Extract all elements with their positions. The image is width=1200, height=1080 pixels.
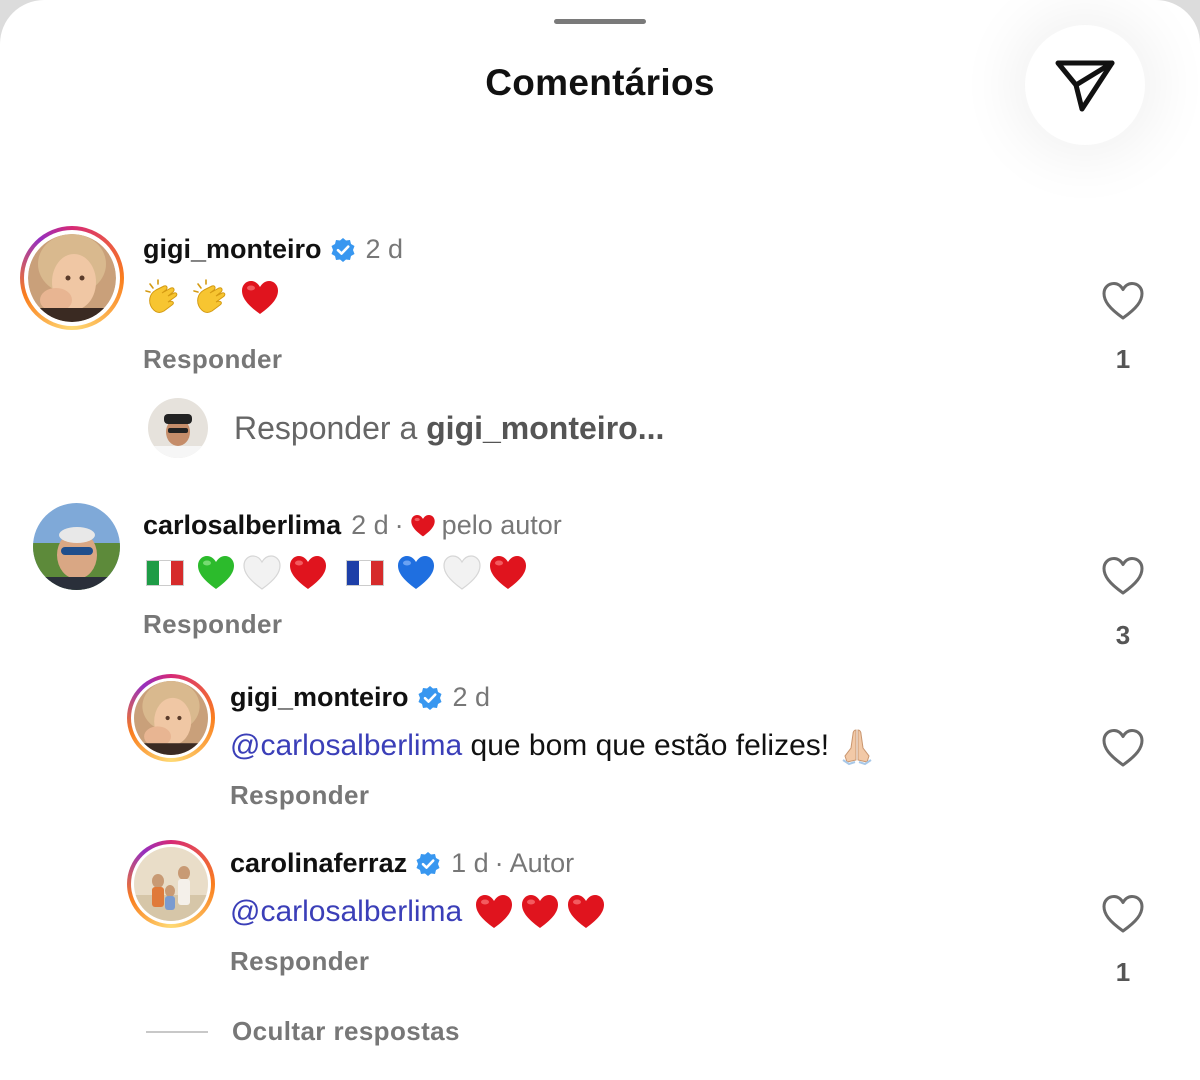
avatar[interactable] xyxy=(33,503,120,590)
reply-button[interactable]: Responder xyxy=(230,780,369,811)
clapping-hands-emoji xyxy=(192,278,232,318)
red-heart-emoji xyxy=(288,553,328,593)
reply-suffix: ... xyxy=(637,409,665,446)
white-heart-emoji xyxy=(442,553,482,593)
comment-text: @carlosalberlima que bom que estão feliz… xyxy=(230,726,885,766)
verified-badge-icon xyxy=(330,237,356,263)
reply-target: gigi_monteiro xyxy=(426,409,638,446)
avatar[interactable] xyxy=(127,674,215,762)
red-heart-emoji xyxy=(566,892,606,932)
avatar-photo xyxy=(134,847,208,921)
verified-badge-icon xyxy=(415,851,441,877)
username[interactable]: gigi_monteiro xyxy=(230,682,409,713)
drag-handle[interactable] xyxy=(554,19,646,24)
avatar-photo xyxy=(134,681,208,755)
avatar xyxy=(148,398,208,458)
timestamp: 2 d xyxy=(351,510,389,540)
reply-prefix: Responder a xyxy=(234,409,427,446)
author-like-heart-icon xyxy=(410,513,436,539)
username[interactable]: carlosalberlima xyxy=(143,510,341,541)
avatar[interactable] xyxy=(20,226,124,330)
red-heart-emoji xyxy=(520,892,560,932)
timestamp: 1 d xyxy=(451,848,489,878)
avatar[interactable] xyxy=(127,840,215,928)
heart-outline-icon[interactable] xyxy=(1100,727,1146,769)
comments-sheet: Comentários gigi_monteiro 2 d Responder … xyxy=(0,0,1200,1080)
thread-line xyxy=(146,1030,208,1033)
author-label: Autor xyxy=(509,848,575,878)
reply-button[interactable]: Responder xyxy=(230,946,369,977)
timestamp: 2 d xyxy=(365,234,404,264)
timestamp: 2 d xyxy=(452,682,491,712)
red-heart-emoji xyxy=(488,553,528,593)
reply-input[interactable]: Responder a gigi_monteiro... xyxy=(148,398,664,458)
comment-body: que bom que estão felizes! xyxy=(462,729,838,762)
comment-text xyxy=(146,553,534,593)
sheet-title: Comentários xyxy=(485,62,715,103)
username[interactable]: gigi_monteiro xyxy=(143,234,322,265)
verified-badge-icon xyxy=(417,685,443,711)
heart-outline-icon[interactable] xyxy=(1100,555,1146,597)
hide-replies-label: Ocultar respostas xyxy=(232,1016,460,1046)
like-count: 1 xyxy=(1115,344,1131,374)
green-heart-emoji xyxy=(196,553,236,593)
reply-placeholder: Responder a gigi_monteiro... xyxy=(234,410,664,447)
white-heart-emoji xyxy=(242,553,282,593)
france-flag-emoji xyxy=(346,560,384,586)
separator: · xyxy=(494,848,504,878)
mention-link[interactable]: @carlosalberlima xyxy=(230,895,462,929)
folded-hands-emoji xyxy=(837,726,877,766)
liked-by-author: pelo autor xyxy=(441,510,562,540)
red-heart-emoji xyxy=(474,892,514,932)
send-icon xyxy=(1055,60,1115,112)
reply-button[interactable]: Responder xyxy=(143,344,282,375)
like-count: 1 xyxy=(1115,957,1131,987)
clapping-hands-emoji xyxy=(144,278,184,318)
italy-flag-emoji xyxy=(146,560,184,586)
red-heart-emoji xyxy=(240,278,280,318)
like-count: 3 xyxy=(1115,620,1131,650)
username[interactable]: carolinaferraz xyxy=(230,848,407,879)
blue-heart-emoji xyxy=(396,553,436,593)
comment-text xyxy=(144,278,286,318)
hide-replies-button[interactable]: Ocultar respostas xyxy=(146,1016,460,1047)
share-button[interactable] xyxy=(1025,25,1145,145)
comment-text: @carlosalberlima xyxy=(230,892,612,932)
mention-link[interactable]: @carlosalberlima xyxy=(230,729,462,763)
heart-outline-icon[interactable] xyxy=(1100,280,1146,322)
heart-outline-icon[interactable] xyxy=(1100,893,1146,935)
reply-button[interactable]: Responder xyxy=(143,609,282,640)
separator: · xyxy=(394,510,404,540)
avatar-photo xyxy=(28,234,116,322)
